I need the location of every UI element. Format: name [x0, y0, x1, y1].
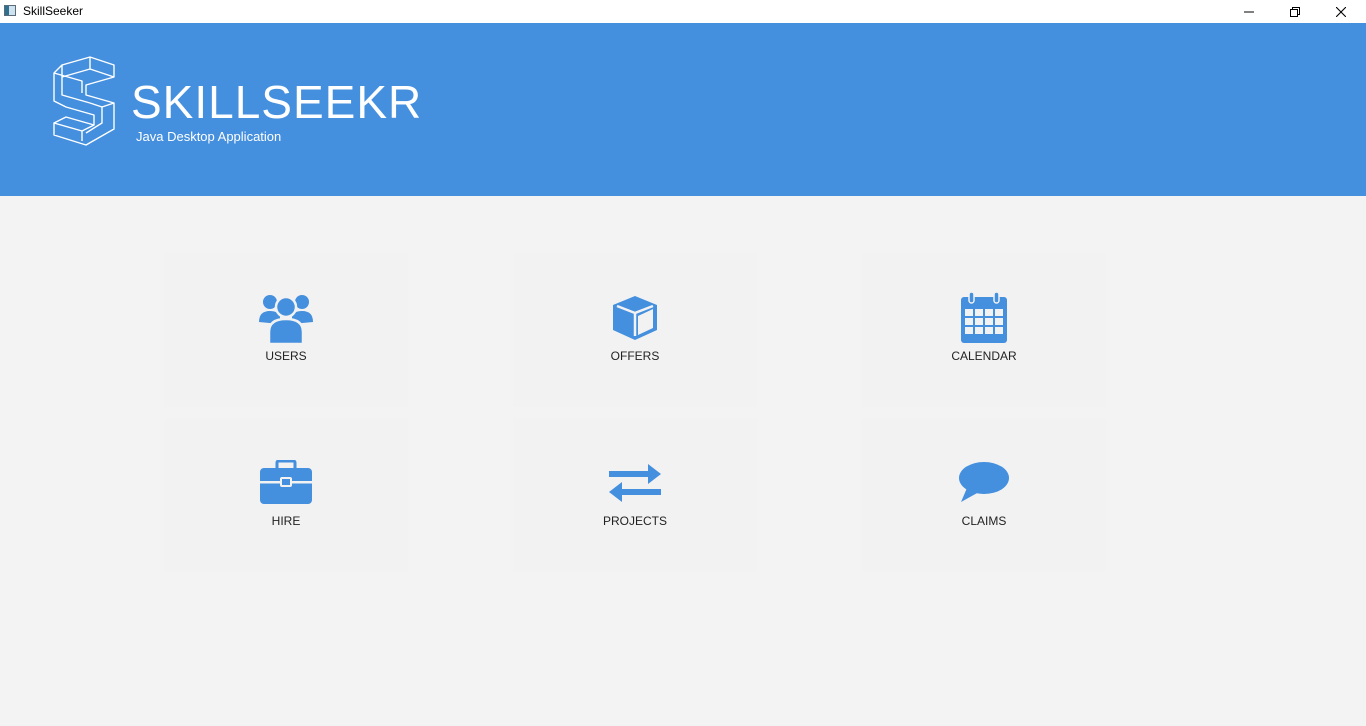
tile-calendar-label: CALENDAR — [951, 349, 1017, 363]
cube-icon — [613, 296, 657, 340]
tile-users-label: USERS — [265, 349, 307, 363]
users-icon — [259, 295, 313, 344]
tile-calendar[interactable]: CALENDAR — [862, 253, 1106, 407]
tile-offers[interactable]: OFFERS — [513, 253, 757, 407]
tile-offers-label: OFFERS — [610, 349, 660, 363]
restore-button[interactable] — [1272, 0, 1318, 23]
close-icon — [1336, 6, 1346, 17]
tile-hire-label: HIRE — [271, 514, 301, 528]
skillseekr-logo — [53, 56, 115, 146]
speech-bubble-icon — [959, 462, 1009, 502]
briefcase-icon — [260, 460, 312, 504]
header-banner: SKILLSEEKR Java Desktop Application — [0, 23, 1366, 196]
tile-claims-label: CLAIMS — [961, 514, 1007, 528]
app-brand-title: SKILLSEEKR — [131, 76, 423, 128]
minimize-button[interactable] — [1226, 0, 1272, 23]
app-icon — [4, 5, 16, 16]
tile-projects[interactable]: PROJECTS — [513, 418, 757, 572]
tile-hire[interactable]: HIRE — [164, 418, 408, 572]
tile-projects-label: PROJECTS — [602, 514, 667, 528]
close-button[interactable] — [1318, 0, 1364, 23]
window-title: SkillSeeker — [23, 4, 84, 18]
calendar-icon — [961, 292, 1007, 343]
tile-users[interactable]: USERS — [164, 253, 408, 407]
app-tagline: Java Desktop Application — [136, 129, 282, 144]
window-titlebar: SkillSeeker — [0, 0, 1366, 23]
exchange-arrows-icon — [609, 464, 661, 502]
minimize-icon — [1244, 11, 1254, 12]
tile-claims[interactable]: CLAIMS — [862, 418, 1106, 572]
restore-icon — [1290, 6, 1300, 17]
